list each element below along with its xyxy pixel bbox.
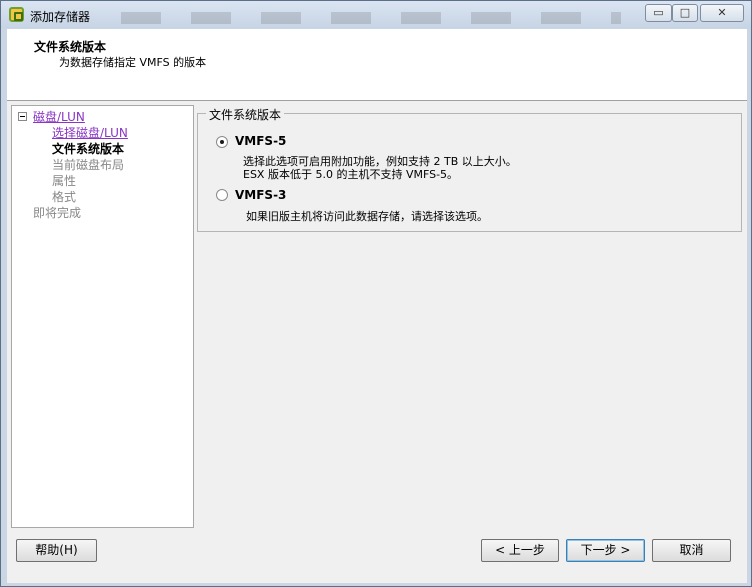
- maximize-button[interactable]: □: [672, 4, 698, 22]
- group-title: 文件系统版本: [206, 106, 285, 123]
- page-title: 文件系统版本: [34, 40, 107, 54]
- wizard-header: 文件系统版本 为数据存储指定 VMFS 的版本: [7, 29, 747, 101]
- dialog-client-area: 文件系统版本 为数据存储指定 VMFS 的版本 磁盘/LUN 选择磁盘/LUN …: [7, 29, 747, 583]
- vmfs5-radio[interactable]: [216, 136, 228, 148]
- background-window-ghost: [121, 12, 621, 24]
- nav-step-file-system-version: 文件系统版本: [52, 142, 125, 156]
- vmfs3-radio[interactable]: [216, 189, 228, 201]
- page-subtitle: 为数据存储指定 VMFS 的版本: [59, 56, 207, 69]
- nav-step-properties: 属性: [52, 174, 77, 188]
- collapse-toggle-icon[interactable]: [18, 112, 27, 121]
- nav-step-format: 格式: [52, 190, 77, 204]
- vmfs3-label[interactable]: VMFS-3: [235, 188, 286, 202]
- vmfs5-label[interactable]: VMFS-5: [235, 134, 286, 148]
- nav-step-current-disk-layout: 当前磁盘布局: [52, 158, 125, 172]
- nav-step-disk-lun[interactable]: 磁盘/LUN: [33, 108, 85, 125]
- help-button[interactable]: 帮助(H): [16, 539, 97, 562]
- vsphere-app-icon: [9, 7, 24, 22]
- vmfs3-description: 如果旧版主机将访问此数据存储，请选择该选项。: [246, 210, 488, 223]
- close-button[interactable]: ✕: [700, 4, 744, 22]
- cancel-button[interactable]: 取消: [652, 539, 731, 562]
- wizard-steps-tree: 磁盘/LUN 选择磁盘/LUN 文件系统版本 当前磁盘布局 属性 格式 即将完成: [11, 105, 194, 528]
- title-bar[interactable]: 添加存储器 ▭ □ ✕: [1, 1, 751, 28]
- wizard-content: 文件系统版本 VMFS-5 选择此选项可启用附加功能，例如支持 2 TB 以上大…: [197, 105, 743, 528]
- back-button[interactable]: < 上一步: [481, 539, 559, 562]
- nav-step-ready-to-complete: 即将完成: [33, 206, 82, 220]
- next-button[interactable]: 下一步 >: [566, 539, 645, 562]
- minimize-button[interactable]: ▭: [645, 4, 672, 22]
- nav-step-select-disk[interactable]: 选择磁盘/LUN: [52, 124, 128, 141]
- file-system-version-group: 文件系统版本 VMFS-5 选择此选项可启用附加功能，例如支持 2 TB 以上大…: [197, 106, 742, 232]
- add-storage-dialog: 添加存储器 ▭ □ ✕ 文件系统版本 为数据存储指定 VMFS 的版本 磁盘/L…: [0, 0, 752, 587]
- window-title: 添加存储器: [30, 10, 91, 24]
- vmfs5-compat-note: ESX 版本低于 5.0 的主机不支持 VMFS-5。: [243, 168, 459, 181]
